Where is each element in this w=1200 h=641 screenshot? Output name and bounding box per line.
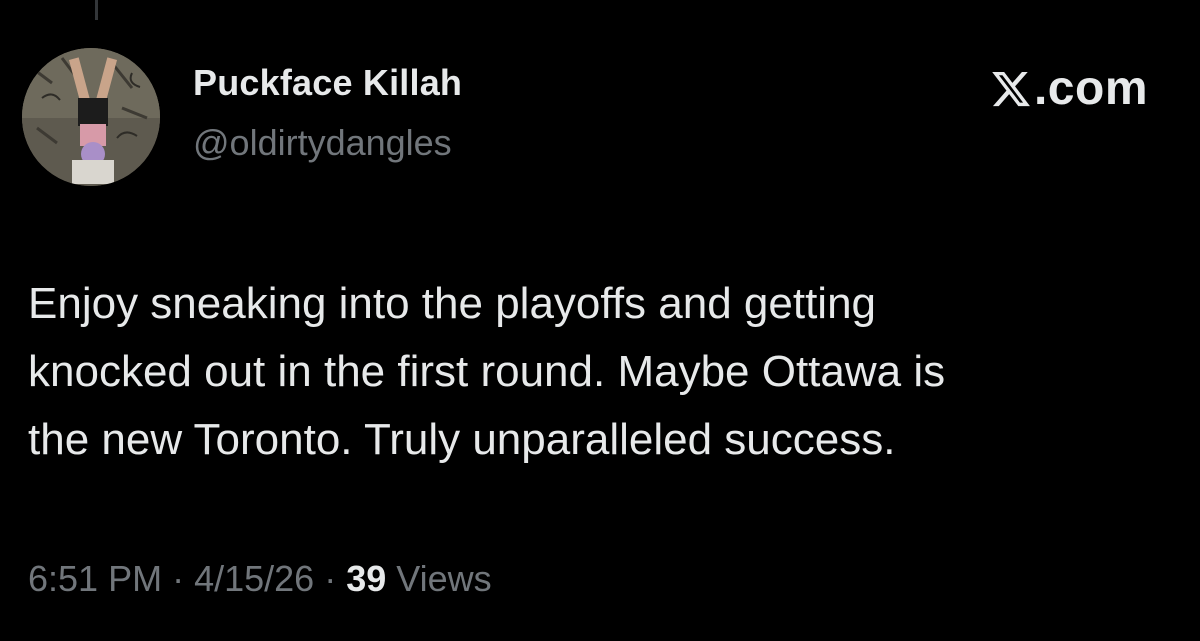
- tweet-text-line: Enjoy sneaking into the playoffs and get…: [28, 279, 877, 328]
- view-count[interactable]: 39: [346, 558, 386, 599]
- profile-photo: [22, 48, 160, 186]
- brand-suffix: .com: [1033, 62, 1148, 115]
- tweet-text-line: knocked out in the first round. Maybe Ot…: [28, 347, 946, 396]
- tweet-text: Enjoy sneaking into the playoffs and get…: [28, 270, 1178, 474]
- views-label: Views: [386, 558, 492, 599]
- thread-connector-line: [95, 0, 98, 20]
- avatar[interactable]: [22, 48, 160, 186]
- meta-separator: ·: [162, 558, 195, 599]
- tweet-metadata: 6:51 PM · 4/15/26 · 39 Views: [28, 558, 492, 600]
- tweet-date[interactable]: 4/15/26: [194, 558, 314, 599]
- x-logo-icon: [992, 71, 1030, 107]
- meta-separator: ·: [314, 558, 347, 599]
- tweet-text-line: the new Toronto. Truly unparalleled succ…: [28, 415, 896, 464]
- tweet-time[interactable]: 6:51 PM: [28, 558, 162, 599]
- author-handle[interactable]: @oldirtydangles: [193, 122, 452, 164]
- brand-watermark: .com: [990, 64, 1148, 114]
- author-display-name[interactable]: Puckface Killah: [193, 62, 462, 104]
